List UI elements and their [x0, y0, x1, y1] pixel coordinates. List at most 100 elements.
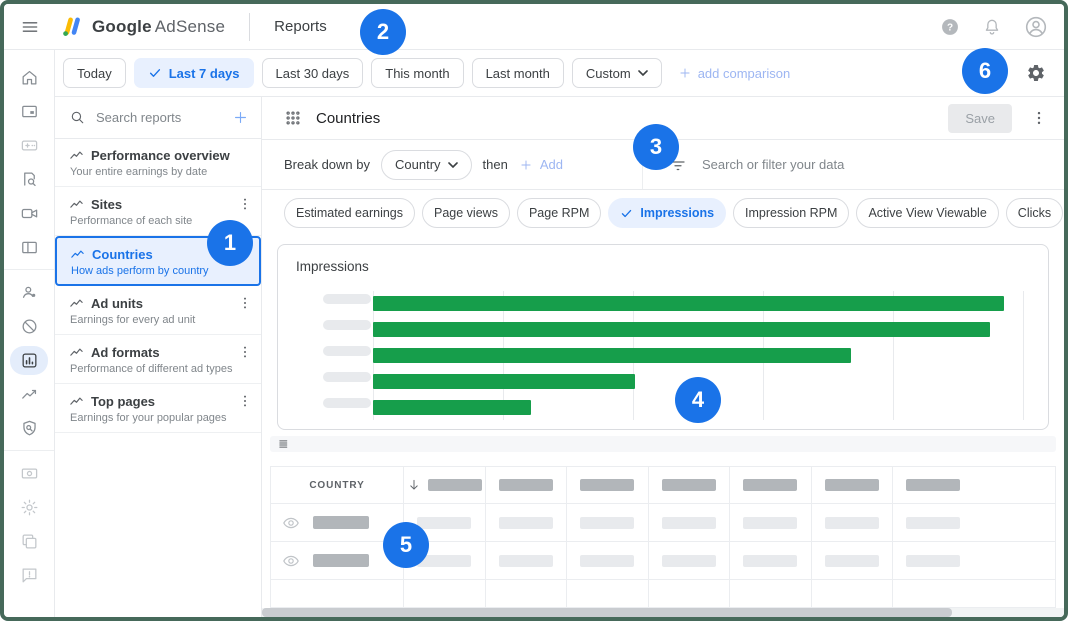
category-label-placeholder [323, 346, 371, 356]
sidebar-item-title: Performance overview [91, 148, 253, 163]
cell-placeholder [825, 555, 879, 567]
metric-column-header[interactable] [892, 467, 974, 503]
metric-chip-page-views[interactable]: Page views [422, 198, 510, 228]
cell-placeholder [499, 555, 553, 567]
date-chip-last-7-days-selected[interactable]: Last 7 days [134, 58, 254, 88]
rail-optimization-icon[interactable] [4, 377, 54, 411]
sidebar-item-subtitle: How ads perform by country [70, 265, 252, 277]
report-menu-icon[interactable] [1030, 109, 1048, 127]
date-chip-today[interactable]: Today [63, 58, 126, 88]
chart-bar[interactable] [373, 374, 635, 389]
hamburger-menu-icon[interactable] [20, 17, 40, 37]
item-menu-icon[interactable] [237, 344, 253, 360]
sidebar-item-title: Ad units [91, 296, 230, 311]
metric-chip-active-view-viewable[interactable]: Active View Viewable [856, 198, 998, 228]
add-report-icon[interactable] [232, 109, 249, 126]
header-placeholder [662, 479, 716, 491]
rail-sites-icon[interactable] [4, 162, 54, 196]
chart-bar[interactable] [373, 400, 531, 415]
rail-collection-icon[interactable] [4, 524, 54, 558]
help-icon[interactable]: ? [940, 17, 960, 37]
metric-chip-impressions-selected[interactable]: Impressions [608, 198, 726, 228]
metric-chip-page-rpm[interactable]: Page RPM [517, 198, 601, 228]
chart-bar[interactable] [373, 296, 1004, 311]
metric-column-header[interactable] [485, 467, 567, 503]
rail-blocking-controls-icon[interactable] [4, 309, 54, 343]
eye-icon[interactable] [282, 514, 300, 532]
left-navigation-rail [4, 50, 55, 617]
save-button[interactable]: Save [948, 104, 1012, 133]
callout-badge-3: 3 [633, 124, 679, 170]
cell-placeholder [580, 555, 634, 567]
sidebar-item-performance-overview[interactable]: Performance overview Your entire earning… [55, 139, 261, 187]
dimension-select[interactable]: Country [381, 150, 472, 180]
date-chip-custom[interactable]: Custom [572, 58, 662, 88]
metric-column-header[interactable] [566, 467, 648, 503]
category-label-placeholder [323, 320, 371, 330]
cell-placeholder [580, 517, 634, 529]
callout-badge-4: 4 [675, 377, 721, 423]
date-range-bar: Today Last 7 days Last 30 days This mont… [55, 50, 1064, 97]
metric-chip-label: Impression RPM [745, 206, 837, 220]
sidebar-item-top-pages[interactable]: Top pages Earnings for your popular page… [55, 384, 261, 433]
header-placeholder [743, 479, 797, 491]
rail-home-icon[interactable] [4, 60, 54, 94]
category-label-placeholder [323, 294, 371, 304]
brand-adsense: AdSense [155, 17, 225, 36]
metric-column-header[interactable] [648, 467, 730, 503]
rail-reports-icon-selected[interactable] [4, 343, 54, 377]
metric-column-header[interactable] [729, 467, 811, 503]
callout-badge-6: 6 [962, 48, 1008, 94]
item-menu-icon[interactable] [237, 196, 253, 212]
bar-chart [296, 291, 1030, 420]
check-icon [620, 207, 633, 220]
cell-placeholder [743, 555, 797, 567]
sort-descending-icon[interactable] [407, 478, 421, 492]
chart-bar[interactable] [373, 348, 851, 363]
add-comparison-button[interactable]: add comparison [678, 66, 791, 81]
brand-google: Google [92, 17, 152, 36]
sidebar-item-subtitle: Earnings for every ad unit [69, 314, 253, 326]
add-breakdown-button[interactable]: Add [519, 157, 563, 172]
eye-icon[interactable] [282, 552, 300, 570]
date-chip-this-month[interactable]: This month [371, 58, 463, 88]
filter-search-input[interactable]: Search or filter your data [702, 157, 844, 172]
rail-layout-icon[interactable] [4, 230, 54, 264]
dimension-value: Country [395, 157, 441, 172]
rail-auto-ads-icon[interactable] [4, 128, 54, 162]
rail-settings-icon[interactable] [4, 490, 54, 524]
date-chip-last-month[interactable]: Last month [472, 58, 564, 88]
report-line-icon [69, 197, 84, 212]
chart-bar[interactable] [373, 322, 990, 337]
chart-resize-handle[interactable] [270, 436, 1056, 452]
metric-chip-impression-rpm[interactable]: Impression RPM [733, 198, 849, 228]
horizontal-scrollbar[interactable] [262, 608, 1064, 617]
rail-ads-icon[interactable] [4, 94, 54, 128]
date-chip-last-30-days[interactable]: Last 30 days [262, 58, 364, 88]
svg-text:?: ? [947, 22, 953, 33]
notifications-icon[interactable] [982, 17, 1002, 37]
cell-placeholder [906, 555, 960, 567]
rail-policy-center-icon[interactable] [4, 411, 54, 445]
metric-chip-clicks[interactable]: Clicks [1006, 198, 1063, 228]
sidebar-item-ad-units[interactable]: Ad units Earnings for every ad unit [55, 286, 261, 335]
category-label-placeholder [323, 372, 371, 382]
drag-grid-icon[interactable] [284, 109, 302, 127]
rail-feedback-icon[interactable] [4, 558, 54, 592]
item-menu-icon[interactable] [237, 295, 253, 311]
category-label-placeholder [323, 398, 371, 408]
item-menu-icon[interactable] [237, 393, 253, 409]
country-column-header[interactable]: COUNTRY [309, 480, 364, 491]
search-reports-input[interactable] [96, 110, 222, 125]
metric-chip-estimated-earnings[interactable]: Estimated earnings [284, 198, 415, 228]
metric-column-header-sorted[interactable] [403, 467, 485, 503]
metric-chip-label: Page RPM [529, 206, 589, 220]
metric-column-header[interactable] [811, 467, 893, 503]
rail-users-icon[interactable] [4, 275, 54, 309]
scrollbar-thumb[interactable] [262, 608, 952, 617]
rail-video-icon[interactable] [4, 196, 54, 230]
account-icon[interactable] [1024, 15, 1048, 39]
report-settings-gear-icon[interactable] [1026, 63, 1046, 83]
sidebar-item-ad-formats[interactable]: Ad formats Performance of different ad t… [55, 335, 261, 384]
rail-payments-icon[interactable] [4, 456, 54, 490]
